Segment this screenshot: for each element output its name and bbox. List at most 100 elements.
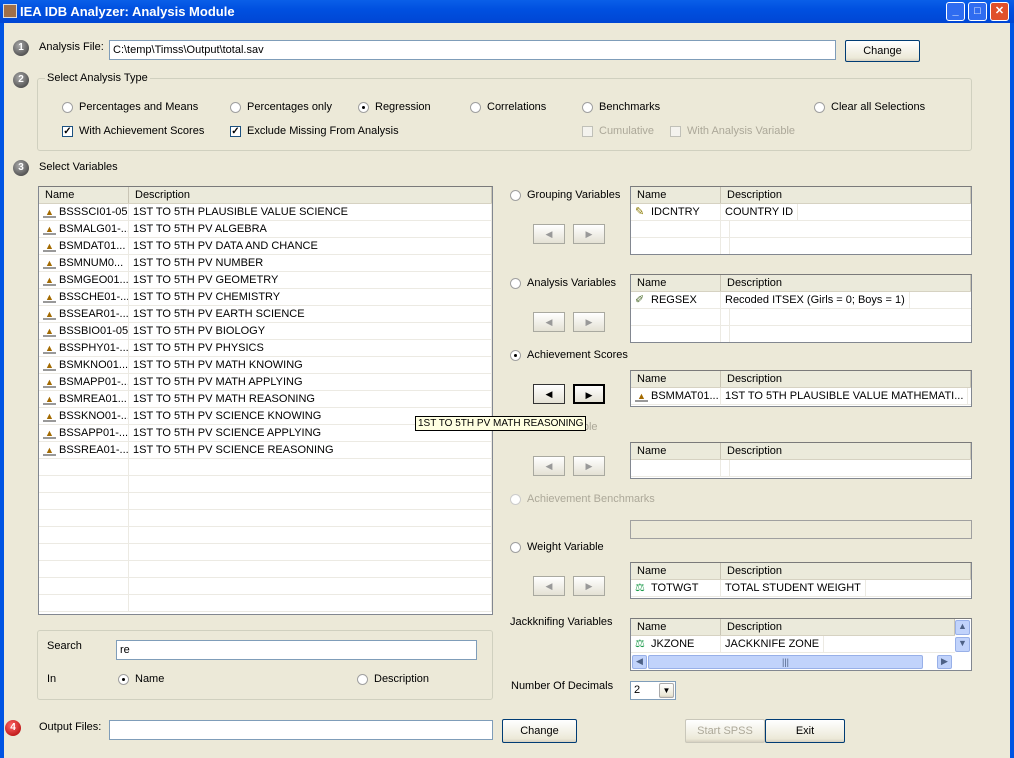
checkbox-exclude-missing[interactable]: ✓ Exclude Missing From Analysis xyxy=(230,125,399,137)
achievement-scores-table[interactable]: Name Description ▲ BSMMAT01... 1ST TO 5TH P… xyxy=(630,370,972,407)
column-name-header: Name xyxy=(631,443,721,459)
search-input[interactable]: re xyxy=(116,640,477,660)
decimals-select[interactable]: 2 ▼ xyxy=(630,681,676,700)
table-row[interactable]: ▲ BSMREA01... 1ST TO 5TH PV MATH REASONING xyxy=(39,391,492,408)
step-1-icon: 1 xyxy=(13,40,29,56)
checkbox-label: Cumulative xyxy=(599,125,655,137)
grouping-remove-button[interactable]: ◀ xyxy=(533,224,565,244)
table-row[interactable]: ▲ BSSEAR01-... 1ST TO 5TH PV EARTH SCIENCE xyxy=(39,306,492,323)
exit-button[interactable]: Exit xyxy=(765,719,845,743)
grouping-add-button[interactable]: ▶ xyxy=(573,224,605,244)
minimize-button[interactable]: _ xyxy=(946,2,965,21)
secondary-remove-button[interactable]: ◀ xyxy=(533,456,565,476)
weight-remove-button[interactable]: ◀ xyxy=(533,576,565,596)
radio-correlations[interactable]: Correlations xyxy=(470,101,546,113)
scroll-down-button[interactable]: ▼ xyxy=(955,637,970,652)
chevron-down-icon[interactable]: ▼ xyxy=(659,683,674,698)
plausible-value-icon: ▲ xyxy=(43,444,56,457)
weight-variable-table[interactable]: Name Description ⚖ TOTWGT TOTAL STUDENT WEI… xyxy=(630,562,972,599)
variable-name: BSSBIO01-05 xyxy=(59,325,129,337)
radio-label: Benchmarks xyxy=(599,101,661,113)
table-row[interactable]: ⚖ TOTWGT TOTAL STUDENT WEIGHT xyxy=(631,580,971,597)
output-files-input[interactable] xyxy=(109,720,493,740)
radio-icon xyxy=(582,101,593,113)
grouping-variables-table[interactable]: Name Description ✎ IDCNTRY COUNTRY ID xyxy=(630,186,972,255)
column-description-header[interactable]: Description xyxy=(129,187,492,203)
radio-achievement-scores[interactable]: Achievement Scores xyxy=(510,349,628,361)
radio-search-description[interactable]: Description xyxy=(357,673,429,685)
scroll-left-button[interactable]: ◀ xyxy=(632,655,647,669)
table-row[interactable]: ▲ BSMNUM0... 1ST TO 5TH PV NUMBER xyxy=(39,255,492,272)
column-name-header: Name xyxy=(631,619,721,635)
scroll-up-button[interactable]: ▲ xyxy=(955,620,970,635)
table-row[interactable]: ✎ IDCNTRY COUNTRY ID xyxy=(631,204,971,221)
table-row[interactable]: ▲ BSMKNO01... 1ST TO 5TH PV MATH KNOWING xyxy=(39,357,492,374)
maximize-button[interactable]: □ xyxy=(968,2,987,21)
table-row[interactable]: ▲ BSSPHY01-... 1ST TO 5TH PV PHYSICS xyxy=(39,340,492,357)
table-row[interactable]: ▲ BSMGEO01... 1ST TO 5TH PV GEOMETRY xyxy=(39,272,492,289)
table-row[interactable]: ▲ BSMDAT01... 1ST TO 5TH PV DATA AND CHANC… xyxy=(39,238,492,255)
checkbox-label: With Analysis Variable xyxy=(687,125,796,137)
variable-list-header: Name Description xyxy=(39,187,492,204)
radio-weight-variable[interactable]: Weight Variable xyxy=(510,541,604,553)
analysis-variables-table[interactable]: Name Description ✐ REGSEX Recoded ITSEX (Gi… xyxy=(630,274,972,343)
analysis-add-button[interactable]: ▶ xyxy=(573,312,605,332)
plausible-value-icon: ▲ xyxy=(43,274,56,287)
empty-row xyxy=(39,544,492,561)
radio-clear-all[interactable]: Clear all Selections xyxy=(814,101,925,113)
analysis-file-input[interactable]: C:\temp\Timss\Output\total.sav xyxy=(109,40,836,60)
plausible-value-icon: ▲ xyxy=(43,257,56,270)
checkbox-with-achievement-scores[interactable]: ✓ With Achievement Scores xyxy=(62,125,204,137)
empty-row xyxy=(39,476,492,493)
scroll-right-button[interactable]: ▶ xyxy=(937,655,952,669)
achievement-add-button[interactable]: ▶ xyxy=(573,384,605,404)
checkbox-label: Exclude Missing From Analysis xyxy=(247,125,399,137)
radio-regression[interactable]: Regression xyxy=(358,101,431,113)
table-row[interactable]: ▲ BSSREA01-... 1ST TO 5TH PV SCIENCE REASO… xyxy=(39,442,492,459)
radio-percentages-only[interactable]: Percentages only xyxy=(230,101,332,113)
table-row[interactable]: ▲ BSMAPP01-... 1ST TO 5TH PV MATH APPLYING xyxy=(39,374,492,391)
variable-name: BSSAPP01-... xyxy=(59,427,129,439)
jackknifing-table[interactable]: Name Description ⚖ JKZONE JACKKNIFE ZONE ▲ … xyxy=(630,618,972,671)
radio-icon xyxy=(118,673,129,685)
analysis-remove-button[interactable]: ◀ xyxy=(533,312,565,332)
decimals-value: 2 xyxy=(634,684,641,696)
close-button[interactable]: ✕ xyxy=(990,2,1009,21)
search-in-label: In xyxy=(47,673,57,685)
empty-row xyxy=(39,578,492,595)
radio-benchmarks[interactable]: Benchmarks xyxy=(582,101,660,113)
checkbox-icon xyxy=(670,125,681,137)
variable-description: COUNTRY ID xyxy=(721,204,799,220)
change-analysis-file-button[interactable]: Change xyxy=(845,40,920,62)
variable-list[interactable]: Name Description ▲ BSSSCI01-05 1ST TO 5TH … xyxy=(38,186,493,615)
variable-name: BSMREA01... xyxy=(59,393,127,405)
variable-name: BSMALG01-... xyxy=(59,223,129,235)
variable-name: BSMAPP01-... xyxy=(59,376,129,388)
table-row[interactable]: ▲ BSMALG01-... 1ST TO 5TH PV ALGEBRA xyxy=(39,221,492,238)
table-row[interactable]: ▲ BSSSCI01-05 1ST TO 5TH PLAUSIBLE VALUE S… xyxy=(39,204,492,221)
column-name-header[interactable]: Name xyxy=(39,187,129,203)
change-output-button[interactable]: Change xyxy=(502,719,577,743)
table-row[interactable]: ⚖ JKZONE JACKKNIFE ZONE xyxy=(631,636,955,653)
table-row[interactable]: ✐ REGSEX Recoded ITSEX (Girls = 0; Boys = … xyxy=(631,292,971,309)
horizontal-scrollbar-thumb[interactable]: ||| xyxy=(648,655,923,669)
variable-name: BSSKNO01-... xyxy=(59,410,129,422)
radio-percentages-means[interactable]: Percentages and Means xyxy=(62,101,198,113)
table-row[interactable]: ▲ BSMMAT01... 1ST TO 5TH PLAUSIBLE VALUE M… xyxy=(631,388,971,405)
radio-grouping-variables[interactable]: Grouping Variables xyxy=(510,189,620,201)
radio-label: Name xyxy=(135,673,165,685)
radio-label: Percentages only xyxy=(247,101,332,113)
weight-add-button[interactable]: ▶ xyxy=(573,576,605,596)
table-row[interactable]: ▲ BSSBIO01-05 1ST TO 5TH PV BIOLOGY xyxy=(39,323,492,340)
table-row[interactable]: ▲ BSSCHE01-... 1ST TO 5TH PV CHEMISTRY xyxy=(39,289,492,306)
achievement-remove-button[interactable]: ◀ xyxy=(533,384,565,404)
radio-analysis-variables[interactable]: Analysis Variables xyxy=(510,277,616,289)
secondary-variable-table[interactable]: Name Description xyxy=(630,442,972,479)
benchmarks-input xyxy=(630,520,972,539)
secondary-add-button[interactable]: ▶ xyxy=(573,456,605,476)
variable-description: 1ST TO 5TH PV CHEMISTRY xyxy=(129,289,492,305)
checkbox-with-analysis-variable: With Analysis Variable xyxy=(670,125,795,137)
radio-search-name[interactable]: Name xyxy=(118,673,164,685)
variable-name: BSMGEO01... xyxy=(59,274,129,286)
plausible-value-icon: ▲ xyxy=(43,206,56,219)
